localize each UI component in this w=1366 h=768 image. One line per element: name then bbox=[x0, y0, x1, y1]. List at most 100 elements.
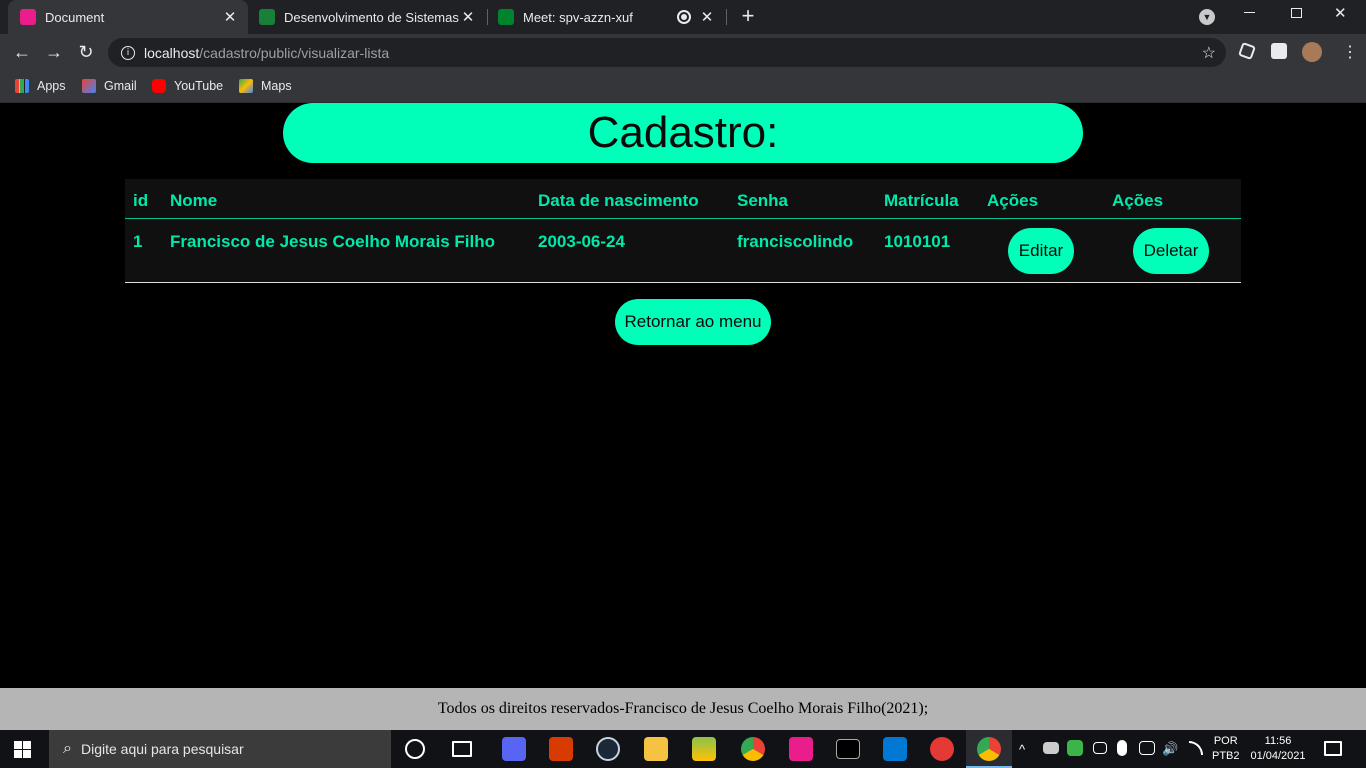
extension-icon[interactable] bbox=[1238, 42, 1256, 60]
notifications-icon[interactable] bbox=[1324, 741, 1342, 756]
bluestacks-icon[interactable] bbox=[692, 737, 716, 761]
column-header-matricula: Matrícula bbox=[884, 191, 959, 210]
extensions-puzzle-icon[interactable] bbox=[1271, 43, 1287, 59]
bookmark-label: Apps bbox=[37, 79, 66, 93]
tray-app-icon[interactable] bbox=[1067, 740, 1083, 756]
cell-id: 1 bbox=[133, 232, 143, 251]
close-tab-icon[interactable]: ✕ bbox=[699, 8, 715, 26]
bookmark-gmail[interactable]: Gmail bbox=[82, 76, 137, 96]
clock[interactable]: 11:56 01/04/2021 bbox=[1247, 730, 1309, 768]
back-icon[interactable]: ← bbox=[9, 39, 35, 65]
battery-icon[interactable] bbox=[1043, 742, 1059, 754]
profile-avatar[interactable] bbox=[1302, 42, 1322, 62]
tab-search-icon[interactable]: ▼ bbox=[1199, 9, 1215, 25]
delete-button[interactable]: Deletar bbox=[1133, 228, 1209, 274]
chrome-icon[interactable] bbox=[741, 737, 765, 761]
bookmark-label: YouTube bbox=[174, 79, 224, 93]
new-tab-button[interactable]: + bbox=[737, 3, 759, 28]
vscode-icon[interactable] bbox=[883, 737, 907, 761]
tab-document[interactable]: Document ✕ bbox=[8, 0, 248, 34]
close-tab-icon[interactable]: ✕ bbox=[222, 8, 238, 26]
meet-icon bbox=[498, 9, 514, 25]
tab-title: Desenvolvimento de Sistemas W bbox=[284, 9, 460, 25]
column-header-acoes: Ações bbox=[987, 191, 1039, 210]
active-app-highlight[interactable] bbox=[966, 730, 1012, 768]
bookmark-youtube[interactable]: YouTube bbox=[152, 76, 223, 96]
volume-icon[interactable]: 🔊 bbox=[1162, 730, 1178, 768]
tab-desenvolvimento[interactable]: Desenvolvimento de Sistemas W ✕ bbox=[250, 0, 486, 34]
discord-icon[interactable] bbox=[502, 737, 526, 761]
task-view-icon[interactable] bbox=[452, 741, 472, 757]
keyboard-layout-label: PTB2 bbox=[1212, 750, 1240, 762]
url-host: localhost bbox=[144, 44, 200, 61]
browser-tab-strip: Document ✕ Desenvolvimento de Sistemas W… bbox=[0, 0, 1366, 34]
reload-icon[interactable]: ↻ bbox=[73, 39, 99, 65]
file-explorer-icon[interactable] bbox=[644, 737, 668, 761]
windows-taskbar: ⌕ Digite aqui para pesquisar ^ 🔊 POR PTB… bbox=[0, 730, 1366, 768]
header-divider bbox=[125, 218, 1241, 219]
address-bar[interactable]: i localhost/cadastro/public/visualizar-l… bbox=[108, 38, 1226, 67]
cell-nome: Francisco de Jesus Coelho Morais Filho bbox=[170, 232, 495, 251]
classroom-icon bbox=[259, 9, 275, 25]
close-tab-icon[interactable]: ✕ bbox=[460, 8, 476, 26]
page-title: Cadastro: bbox=[283, 103, 1083, 163]
bookmark-label: Maps bbox=[261, 79, 292, 93]
registrations-table: id Nome Data de nascimento Senha Matrícu… bbox=[125, 179, 1241, 283]
maps-icon bbox=[239, 79, 253, 93]
wamp-icon[interactable] bbox=[789, 737, 813, 761]
browser-toolbar: ← → ↻ i localhost/cadastro/public/visual… bbox=[0, 34, 1366, 70]
search-placeholder: Digite aqui para pesquisar bbox=[80, 741, 244, 757]
bookmarks-bar: Apps Gmail YouTube Maps bbox=[0, 70, 1366, 103]
close-window-icon[interactable]: ✕ bbox=[1334, 4, 1347, 22]
column-header-nome: Nome bbox=[170, 191, 218, 210]
chrome-menu-icon[interactable]: ⋮ bbox=[1342, 42, 1358, 62]
clock-date: 01/04/2021 bbox=[1250, 750, 1306, 762]
page-content: Cadastro: id Nome Data de nascimento Sen… bbox=[0, 103, 1366, 688]
column-header-acoes: Ações bbox=[1112, 191, 1164, 210]
network-icon[interactable] bbox=[1139, 741, 1155, 755]
restore-icon[interactable] bbox=[1291, 8, 1302, 18]
wifi-icon[interactable] bbox=[1189, 741, 1203, 755]
clock-time: 11:56 bbox=[1264, 735, 1292, 747]
bookmark-apps[interactable]: Apps bbox=[15, 76, 66, 96]
cortana-icon[interactable] bbox=[405, 739, 425, 759]
minimize-icon[interactable] bbox=[1244, 12, 1255, 13]
steam-icon[interactable] bbox=[596, 737, 620, 761]
site-info-icon[interactable]: i bbox=[121, 45, 135, 60]
tab-separator bbox=[487, 9, 488, 25]
office-icon[interactable] bbox=[549, 737, 573, 761]
terminal-icon[interactable] bbox=[836, 739, 860, 759]
cell-nascimento: 2003-06-24 bbox=[538, 232, 625, 251]
return-to-menu-button[interactable]: Retornar ao menu bbox=[615, 299, 771, 345]
chrome-active-icon bbox=[977, 737, 1001, 761]
cell-senha: franciscolindo bbox=[737, 232, 854, 251]
windows-start-icon[interactable] bbox=[14, 741, 31, 758]
tab-meet[interactable]: Meet: spv-azzn-xuf ✕ bbox=[489, 0, 725, 34]
input-language[interactable]: POR PTB2 bbox=[1212, 730, 1240, 768]
paint-icon[interactable] bbox=[930, 737, 954, 761]
youtube-icon bbox=[152, 79, 166, 93]
language-label: POR bbox=[1213, 735, 1238, 747]
column-header-nascimento: Data de nascimento bbox=[538, 191, 699, 210]
tab-title: Meet: spv-azzn-xuf bbox=[523, 9, 633, 25]
bookmark-label: Gmail bbox=[104, 79, 137, 93]
camera-icon[interactable] bbox=[1093, 742, 1107, 754]
page-footer: Todos os direitos reservados-Francisco d… bbox=[0, 688, 1366, 730]
microphone-icon[interactable] bbox=[1117, 740, 1127, 756]
search-icon: ⌕ bbox=[63, 740, 72, 757]
taskbar-search-box[interactable]: ⌕ Digite aqui para pesquisar bbox=[49, 730, 391, 768]
show-hidden-icons[interactable]: ^ bbox=[1019, 730, 1025, 768]
forward-icon[interactable]: → bbox=[41, 39, 67, 65]
tab-separator bbox=[726, 9, 727, 25]
gmail-icon bbox=[82, 79, 96, 93]
apps-grid-icon bbox=[15, 79, 29, 93]
edit-button[interactable]: Editar bbox=[1008, 228, 1074, 274]
url-path: /cadastro/public/visualizar-lista bbox=[199, 44, 390, 61]
bookmark-star-icon[interactable]: ☆ bbox=[1202, 43, 1216, 63]
column-header-id: id bbox=[133, 191, 149, 210]
tab-favicon-icon bbox=[20, 9, 36, 25]
column-header-senha: Senha bbox=[737, 191, 789, 210]
cell-matricula: 1010101 bbox=[884, 232, 951, 251]
bookmark-maps[interactable]: Maps bbox=[239, 76, 292, 96]
recording-icon bbox=[677, 10, 691, 24]
